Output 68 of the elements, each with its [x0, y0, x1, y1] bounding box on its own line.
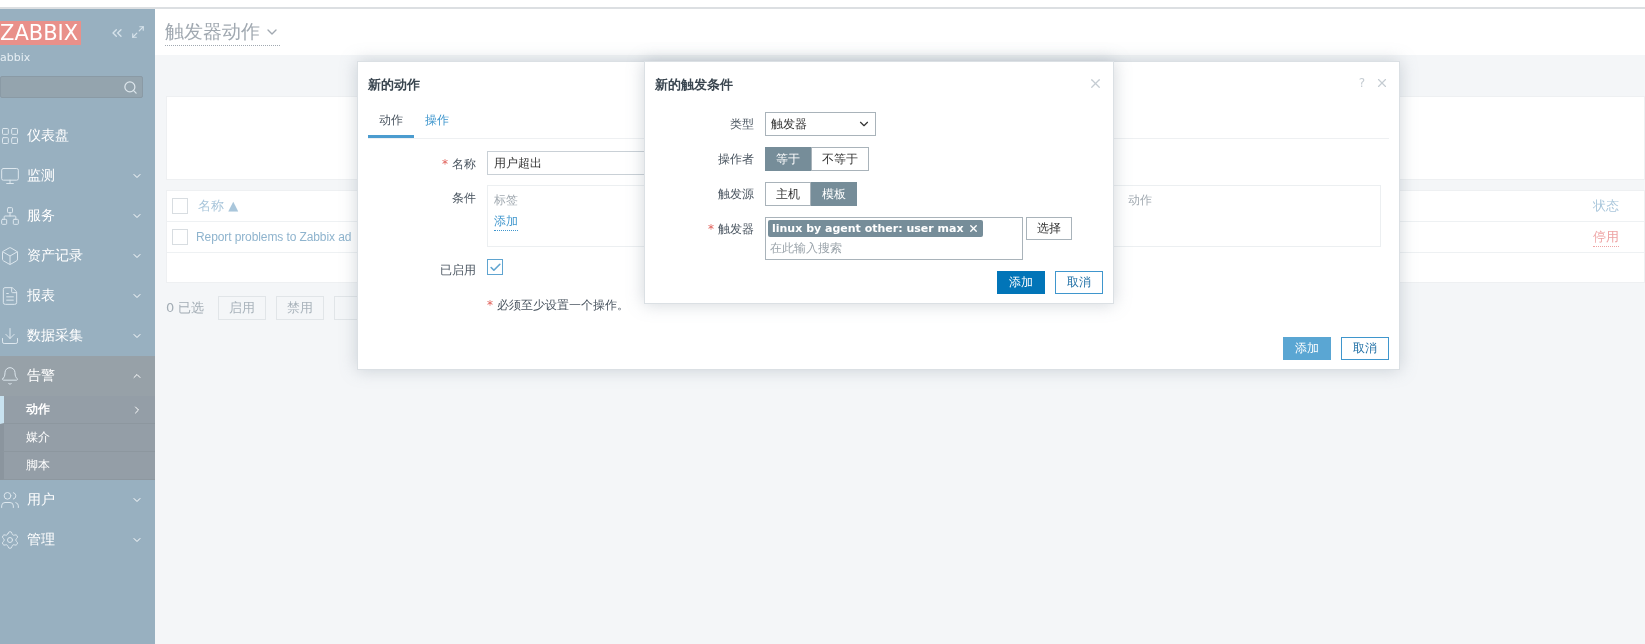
action-name-link[interactable]: Report problems to Zabbix ad — [196, 230, 352, 244]
close-icon[interactable] — [1088, 76, 1103, 91]
selected-count: 0 已选 — [166, 299, 205, 317]
field-label: 触发源 — [717, 186, 754, 203]
bell-icon — [0, 366, 20, 386]
network-icon — [0, 206, 20, 226]
trigger-tag: linux by agent other: user max — [768, 220, 983, 237]
tab[interactable]: 操作 — [414, 112, 460, 138]
select-button[interactable]: 选择 — [1026, 217, 1072, 240]
cancel-button[interactable]: 取消 — [1341, 337, 1389, 360]
column-header: 标签 — [494, 192, 518, 209]
nav-subitem[interactable]: 动作 — [0, 396, 155, 424]
server-name: abbix — [0, 50, 32, 64]
segment-option[interactable]: 模板 — [811, 182, 857, 206]
expand-icon[interactable] — [131, 25, 145, 39]
nav-item[interactable]: 仪表盘 — [0, 116, 155, 156]
search-icon — [123, 79, 138, 95]
field-label: 条件 — [451, 190, 476, 207]
nav-item[interactable]: 用户 — [0, 480, 155, 520]
dialog-title: 新的动作 — [368, 76, 420, 94]
monitor-icon — [0, 166, 20, 186]
footer-button[interactable]: 启用 — [218, 296, 267, 320]
search-field[interactable] — [0, 76, 143, 98]
nav-item[interactable]: 告警 — [0, 356, 155, 396]
nav-item[interactable]: 管理 — [0, 520, 155, 560]
trigger-multiselect-field[interactable]: linux by agent other: user max 在此输入搜索 — [765, 217, 1023, 260]
users-icon — [0, 490, 20, 510]
download-icon — [0, 326, 20, 346]
grid-icon — [0, 126, 20, 146]
page-title[interactable]: 触发器动作 — [165, 18, 280, 46]
nav-item[interactable]: 数据采集 — [0, 316, 155, 356]
nav-subitem[interactable]: 媒介 — [0, 424, 155, 452]
enabled-checkbox[interactable] — [487, 259, 503, 275]
field-label: 操作者 — [717, 151, 754, 168]
help-icon[interactable]: ? — [1358, 76, 1365, 90]
field-label: 已启用 — [439, 262, 476, 279]
field-label: * 触发器 — [707, 221, 754, 238]
required-note: * 必须至少设置一个操作。 — [487, 297, 630, 314]
remove-icon[interactable] — [967, 223, 979, 234]
status-link[interactable]: 停用 — [1593, 227, 1619, 247]
type-select[interactable]: 触发器 — [765, 112, 876, 136]
tab[interactable]: 动作 — [368, 112, 414, 138]
add-link[interactable]: 添加 — [494, 213, 518, 231]
segment-option[interactable]: 不等于 — [811, 147, 869, 171]
nav-item[interactable]: 资产记录 — [0, 236, 155, 276]
dialog-title: 新的触发条件 — [655, 76, 733, 94]
column-header[interactable]: 状态 — [1593, 197, 1619, 215]
close-icon[interactable] — [1375, 76, 1389, 90]
cancel-button[interactable]: 取消 — [1055, 271, 1103, 294]
column-header[interactable]: 名称 ▲ — [198, 197, 239, 215]
add-button[interactable]: 添加 — [1283, 337, 1331, 360]
box-icon — [0, 246, 20, 266]
nav-item[interactable]: 报表 — [0, 276, 155, 316]
logo: ZABBIX — [0, 21, 82, 45]
field-label: * 名称 — [441, 156, 476, 173]
add-button[interactable]: 添加 — [997, 271, 1045, 294]
row-checkbox[interactable] — [172, 229, 188, 245]
select-all-checkbox[interactable] — [172, 198, 188, 214]
settings-icon — [0, 530, 20, 550]
document-icon — [0, 286, 20, 306]
field-label: 类型 — [729, 116, 754, 133]
column-header: 动作 — [1128, 192, 1152, 209]
footer-button[interactable]: 禁用 — [276, 296, 325, 320]
segment-option[interactable]: 主机 — [765, 182, 811, 206]
nav-subitem[interactable]: 脚本 — [0, 452, 155, 480]
segment-option[interactable]: 等于 — [765, 147, 811, 171]
nav-item[interactable]: 监测 — [0, 156, 155, 196]
nav-item[interactable]: 服务 — [0, 196, 155, 236]
